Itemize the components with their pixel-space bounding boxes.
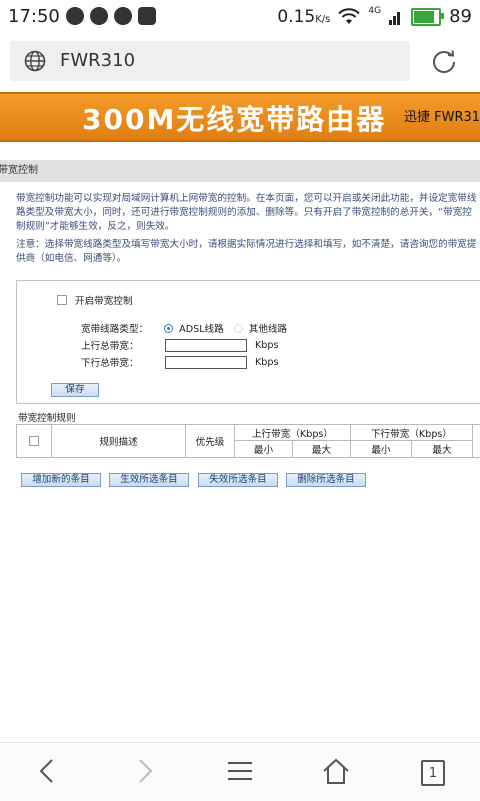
select-all-checkbox[interactable] bbox=[29, 436, 39, 446]
line-type-label: 宽带线路类型： bbox=[81, 324, 149, 335]
col-priority: 优先级 bbox=[185, 424, 235, 458]
enable-selected-button[interactable]: 生效所选条目 bbox=[109, 473, 189, 487]
url-text: FWR310 bbox=[60, 50, 136, 71]
sync-icon bbox=[90, 7, 108, 25]
section-header: 带宽控制 bbox=[0, 160, 480, 182]
banner-title: 300M无线宽带路由器 bbox=[82, 103, 387, 136]
download-bandwidth-input[interactable] bbox=[165, 355, 247, 369]
notice-text: 注意：选择带宽线路类型及填写带宽大小时，请根据实际情况进行选择和填写，如不清楚，… bbox=[16, 239, 477, 264]
search-app-icon bbox=[114, 7, 132, 25]
bandwidth-settings-panel: 开启带宽控制 宽带线路类型： ADSL线路 其他线路 上行总带宽： Kbps 下… bbox=[16, 280, 480, 404]
description-text: 带宽控制功能可以实现对局域网计算机上网带宽的控制。在本页面，您可以开启或关闭此功… bbox=[16, 193, 477, 232]
status-bar: 17:50 0.15K/s 4G 89 bbox=[0, 0, 480, 34]
reload-icon[interactable] bbox=[430, 47, 458, 75]
other-line-label: 其他线路 bbox=[248, 324, 288, 335]
col-download: 下行带宽（Kbps） bbox=[350, 424, 473, 441]
enable-bandwidth-label: 开启带宽控制 bbox=[75, 296, 133, 307]
upload-label: 上行总带宽： bbox=[81, 341, 139, 352]
download-unit: Kbps bbox=[255, 356, 279, 368]
home-icon[interactable] bbox=[320, 755, 352, 787]
col-upload-max: 最大 bbox=[292, 440, 351, 458]
line-type-row: 宽带线路类型： ADSL线路 其他线路 bbox=[81, 321, 287, 335]
back-icon[interactable] bbox=[32, 755, 64, 787]
adsl-label: ADSL线路 bbox=[179, 324, 224, 335]
network-type: 4G bbox=[368, 5, 382, 16]
banner-model: 迅捷 FWR31 bbox=[404, 110, 480, 125]
wifi-icon bbox=[338, 7, 361, 24]
network-speed: 0.15K/s bbox=[277, 6, 331, 27]
signal-icon bbox=[389, 11, 401, 25]
forward-icon[interactable] bbox=[128, 755, 160, 787]
menu-icon[interactable] bbox=[224, 755, 256, 787]
battery-percent: 89 bbox=[449, 6, 472, 27]
enable-bandwidth-checkbox[interactable] bbox=[57, 295, 67, 305]
disable-selected-button[interactable]: 失效所选条目 bbox=[198, 473, 278, 487]
rules-table: 规则描述 优先级 上行带宽（Kbps） 最小 最大 下行带宽（Kbps） 最小 … bbox=[16, 424, 480, 458]
col-upload-min: 最小 bbox=[234, 440, 293, 458]
notification-icons bbox=[66, 7, 156, 25]
address-bar[interactable]: FWR310 bbox=[10, 41, 410, 81]
notification-app-icon bbox=[138, 7, 156, 25]
add-entry-button[interactable]: 增加新的条目 bbox=[21, 473, 101, 487]
col-upload: 上行带宽（Kbps） bbox=[234, 424, 351, 441]
col-download-max: 最大 bbox=[411, 440, 473, 458]
download-label: 下行总带宽： bbox=[81, 358, 139, 369]
col-extra bbox=[472, 424, 480, 458]
chat-icon bbox=[66, 7, 84, 25]
globe-icon bbox=[24, 50, 46, 72]
status-time: 17:50 bbox=[8, 6, 60, 27]
col-download-min: 最小 bbox=[350, 440, 412, 458]
status-right: 0.15K/s 4G 89 bbox=[277, 5, 472, 28]
col-desc: 规则描述 bbox=[51, 424, 186, 458]
delete-selected-button[interactable]: 删除所选条目 bbox=[286, 473, 366, 487]
enable-row: 开启带宽控制 bbox=[57, 293, 133, 307]
save-button[interactable]: 保存 bbox=[51, 383, 99, 397]
upload-row: 上行总带宽： Kbps bbox=[81, 338, 278, 352]
section-title: 带宽控制 bbox=[0, 165, 38, 176]
other-line-radio[interactable] bbox=[233, 323, 243, 333]
router-banner: 300M无线宽带路由器 迅捷 FWR31 bbox=[0, 92, 480, 142]
adsl-radio[interactable] bbox=[164, 323, 174, 333]
download-row: 下行总带宽： Kbps bbox=[81, 355, 278, 369]
tabs-icon[interactable]: 1 bbox=[416, 755, 448, 787]
battery-icon bbox=[411, 7, 445, 26]
select-all-cell bbox=[16, 424, 52, 458]
upload-unit: Kbps bbox=[255, 339, 279, 351]
browser-bottom-nav: 1 bbox=[0, 742, 480, 801]
tab-count: 1 bbox=[421, 760, 445, 786]
upload-bandwidth-input[interactable] bbox=[165, 338, 247, 352]
battery-fill bbox=[414, 10, 434, 23]
rules-title: 带宽控制规则 bbox=[18, 413, 76, 424]
